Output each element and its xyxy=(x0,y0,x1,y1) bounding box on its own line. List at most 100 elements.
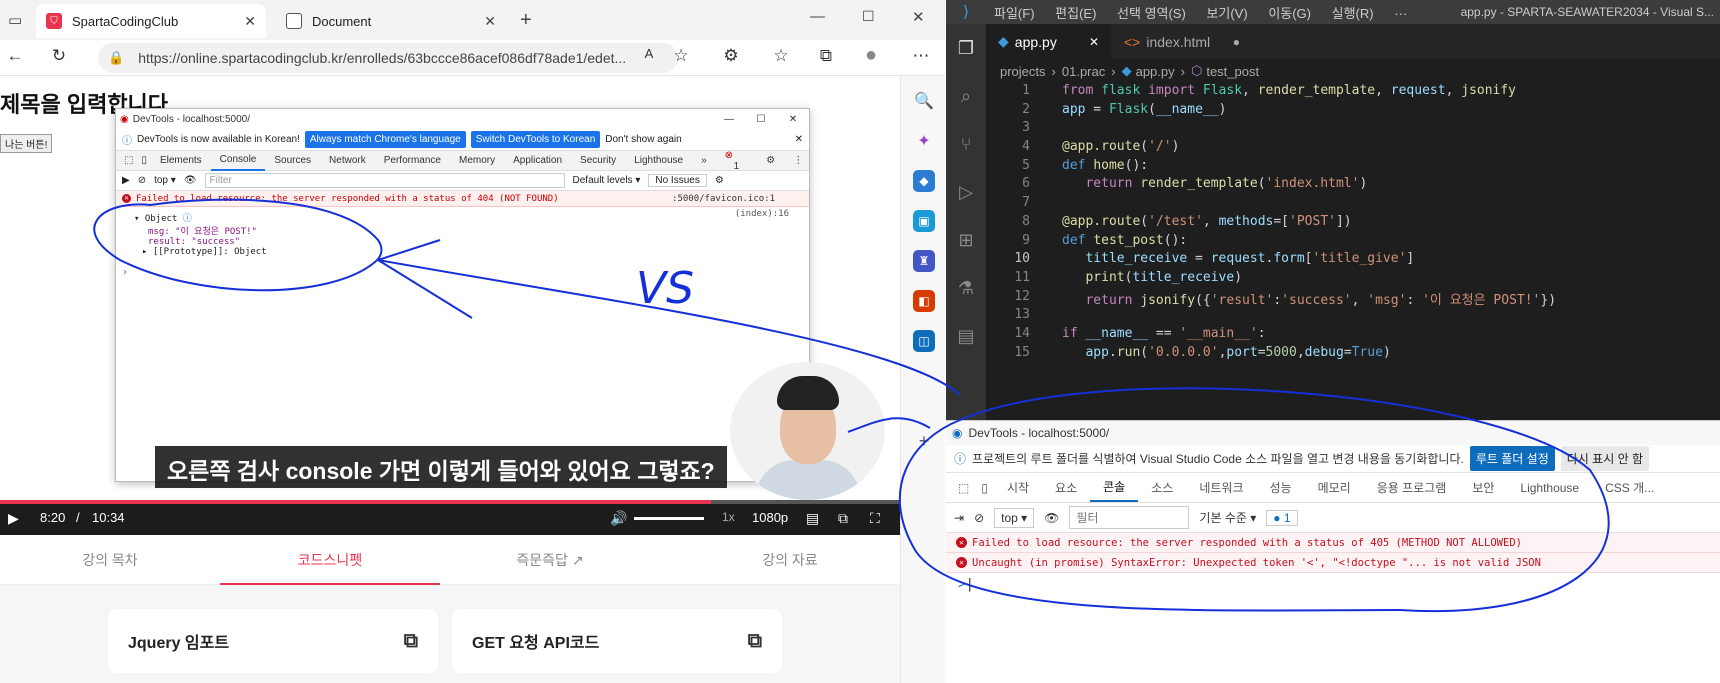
breadcrumb-symbol[interactable]: test_post xyxy=(1206,64,1259,79)
dont-show-again-button[interactable]: 다시 표시 안 함 xyxy=(1560,446,1649,471)
shopping-icon[interactable]: ◆ xyxy=(913,170,935,192)
new-tab-icon[interactable]: + xyxy=(520,9,532,32)
maximize-icon[interactable]: ☐ xyxy=(745,114,777,125)
sidebar-toggle-icon[interactable]: ▶ xyxy=(122,175,130,186)
log-levels-select[interactable]: Default levels ▾ xyxy=(573,175,641,186)
page-button[interactable]: 나는 버튼! xyxy=(0,134,53,153)
pip-icon[interactable]: ⧉ xyxy=(838,510,848,527)
search-icon[interactable]: 🔍 xyxy=(913,90,935,112)
tab-elements[interactable]: Elements xyxy=(151,155,211,166)
subtitles-icon[interactable]: ▤ xyxy=(806,510,819,527)
tab-lecture-index[interactable]: 강의 목차 xyxy=(0,535,220,585)
snippet-card[interactable]: Jquery 임포트 ⧉ xyxy=(108,609,438,673)
filter-input[interactable]: Filter xyxy=(204,173,565,188)
run-debug-icon[interactable]: ▷ xyxy=(954,182,978,206)
code-editor[interactable]: 1 from flask import Flask, render_templat… xyxy=(986,83,1720,363)
testing-icon[interactable]: ⚗ xyxy=(954,278,978,302)
read-aloud-icon[interactable]: A xyxy=(638,46,660,61)
copy-icon[interactable]: ⧉ xyxy=(748,630,762,653)
favorite-add-icon[interactable]: ☆ xyxy=(670,46,692,66)
tab-spartacodingclub[interactable]: ⛉ SpartaCodingClub ✕ xyxy=(36,4,266,38)
settings-icon[interactable]: ⚙ xyxy=(757,155,784,166)
eye-icon[interactable]: 👁 xyxy=(1044,511,1059,525)
kebab-icon[interactable]: ⋮ xyxy=(784,155,809,166)
object-prototype[interactable]: ▸ [[Prototype]]: Object xyxy=(134,247,809,257)
menu-edit[interactable]: 편집(E) xyxy=(1055,6,1096,21)
video-progress-bar[interactable] xyxy=(0,500,900,504)
tab-sources[interactable]: 소스 xyxy=(1138,479,1186,496)
more-tabs-icon[interactable]: » xyxy=(692,155,716,166)
object-header[interactable]: ▾ Object ⓘ xyxy=(134,211,809,224)
tab-qna[interactable]: 즉문즉답 ↗ xyxy=(440,535,660,585)
close-icon[interactable]: ✕ xyxy=(777,114,809,125)
extensions-icon[interactable]: ⊞ xyxy=(954,230,978,254)
set-root-folder-button[interactable]: 루트 폴더 설정 xyxy=(1469,446,1555,471)
tab-performance[interactable]: 성능 xyxy=(1257,479,1305,496)
tab-application[interactable]: Application xyxy=(504,155,571,166)
tab-elements[interactable]: 요소 xyxy=(1042,479,1090,496)
extensions-icon[interactable]: ⚙ xyxy=(720,46,742,66)
tab-lighthouse[interactable]: Lighthouse xyxy=(625,155,692,166)
inspect-icon[interactable]: ⬚ xyxy=(952,481,975,495)
close-window-icon[interactable]: ✕ xyxy=(912,8,925,26)
tab-app-py[interactable]: ◆ app.py ✕ xyxy=(986,24,1111,59)
close-tab-icon[interactable]: ✕ xyxy=(1089,35,1099,49)
quality-select[interactable]: 1080p xyxy=(752,510,788,525)
profile-avatar-icon[interactable]: ● xyxy=(860,44,882,67)
menu-more[interactable]: ··· xyxy=(1394,6,1407,21)
add-sidebar-icon[interactable]: + xyxy=(913,430,935,452)
tools-icon[interactable]: ▣ xyxy=(913,210,935,232)
copilot-icon[interactable]: ✦ xyxy=(913,130,935,152)
copy-icon[interactable]: ⧉ xyxy=(404,630,418,653)
close-tab-icon[interactable]: ✕ xyxy=(484,13,496,30)
breadcrumb-file[interactable]: app.py xyxy=(1136,64,1175,79)
tab-memory[interactable]: Memory xyxy=(450,155,504,166)
favorites-icon[interactable]: ☆ xyxy=(770,46,792,66)
tab-document[interactable]: Document ✕ xyxy=(276,4,506,38)
tab-memory[interactable]: 메모리 xyxy=(1305,479,1364,496)
context-select[interactable]: top ▾ xyxy=(154,175,176,186)
outlook-icon[interactable]: ◫ xyxy=(913,330,935,352)
issues-button[interactable]: No Issues xyxy=(648,174,707,187)
close-tab-icon[interactable]: ✕ xyxy=(244,13,256,30)
inspect-icon[interactable]: ⬚ xyxy=(120,155,137,166)
menu-run[interactable]: 실행(R) xyxy=(1332,6,1374,21)
minimize-icon[interactable]: — xyxy=(713,114,745,125)
collections-icon[interactable]: ⧉ xyxy=(815,46,837,66)
minimize-icon[interactable]: — xyxy=(810,8,825,25)
unsaved-dot-icon[interactable]: ● xyxy=(1233,35,1240,49)
menu-selection[interactable]: 선택 영역(S) xyxy=(1117,6,1186,21)
menu-view[interactable]: 보기(V) xyxy=(1206,6,1247,21)
always-match-language-button[interactable]: Always match Chrome's language xyxy=(304,131,466,148)
tab-sources[interactable]: Sources xyxy=(265,155,320,166)
source-control-icon[interactable]: ⑂ xyxy=(954,134,978,158)
context-select[interactable]: top ▾ xyxy=(994,507,1035,528)
tab-welcome[interactable]: 시작 xyxy=(994,479,1042,496)
tab-performance[interactable]: Performance xyxy=(375,155,450,166)
dont-show-again-button[interactable]: Don't show again xyxy=(605,134,681,145)
sidebar-toggle-icon[interactable]: ⇥ xyxy=(954,511,964,525)
console-settings-icon[interactable]: ⚙ xyxy=(715,175,724,186)
tab-actions-icon[interactable]: ▭ xyxy=(8,11,22,29)
console-prompt[interactable]: >| xyxy=(946,573,1720,596)
search-icon[interactable]: ⌕ xyxy=(954,86,978,110)
back-icon[interactable]: ← xyxy=(4,46,26,66)
error-source-link[interactable]: :5000/favicon.ico:1 xyxy=(672,194,775,204)
tab-lecture-material[interactable]: 강의 자료 xyxy=(680,535,900,585)
tab-console[interactable]: 콘솔 xyxy=(1090,474,1139,502)
tab-css-overview[interactable]: CSS 개... xyxy=(1592,479,1667,496)
play-icon[interactable]: ▶ xyxy=(8,510,19,527)
tab-security[interactable]: Security xyxy=(571,155,625,166)
log-levels-select[interactable]: 기본 수준 ▾ xyxy=(1199,509,1256,526)
games-icon[interactable]: ♜ xyxy=(913,250,935,272)
console-prompt[interactable]: › xyxy=(116,267,809,278)
switch-to-korean-button[interactable]: Switch DevTools to Korean xyxy=(470,131,601,148)
tab-application[interactable]: 응용 프로그램 xyxy=(1364,479,1460,496)
refresh-icon[interactable]: ↻ xyxy=(48,46,70,66)
tab-index-html[interactable]: <> index.html ● xyxy=(1112,24,1252,59)
error-count-badge[interactable]: ⊗ 1 xyxy=(716,150,758,172)
more-icon[interactable]: ⋯ xyxy=(910,46,932,66)
device-icon[interactable]: ▯ xyxy=(137,155,151,166)
tab-lighthouse[interactable]: Lighthouse xyxy=(1507,481,1592,495)
filter-input[interactable]: 필터 xyxy=(1069,506,1190,529)
